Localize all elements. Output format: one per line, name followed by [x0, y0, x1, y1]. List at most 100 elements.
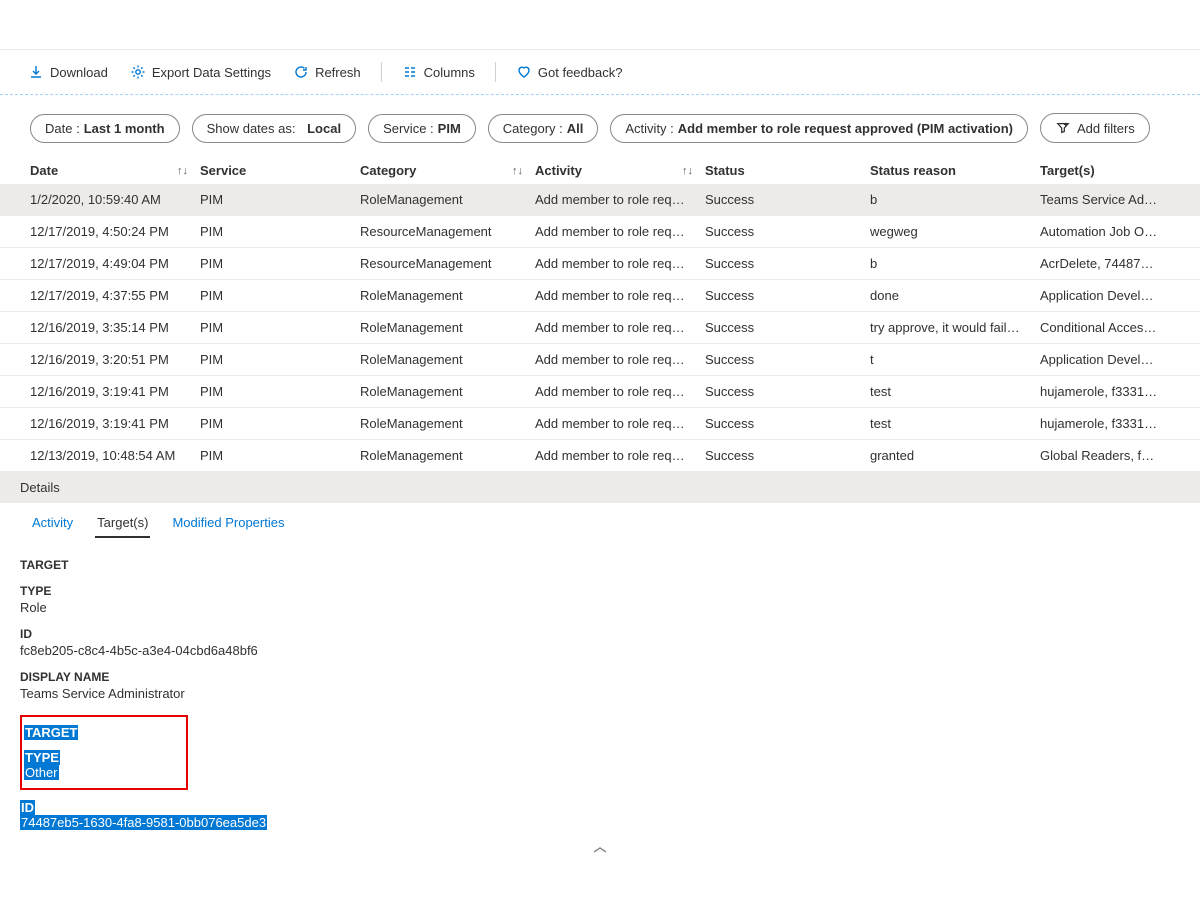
cell-status-reason: b	[870, 192, 1040, 207]
cell-category: RoleManagement	[360, 352, 535, 367]
refresh-button[interactable]: Refresh	[285, 60, 369, 84]
table-row[interactable]: 12/17/2019, 4:49:04 PMPIMResourceManagem…	[0, 248, 1200, 280]
cell-category: ResourceManagement	[360, 224, 535, 239]
cell-date: 1/2/2020, 10:59:40 AM	[30, 192, 200, 207]
table-row[interactable]: 12/16/2019, 3:19:41 PMPIMRoleManagementA…	[0, 376, 1200, 408]
cell-activity: Add member to role req…	[535, 320, 705, 335]
cell-service: PIM	[200, 320, 360, 335]
cell-activity: Add member to role req…	[535, 256, 705, 271]
details-tabs: Activity Target(s) Modified Properties	[0, 503, 1200, 538]
download-label: Download	[50, 65, 108, 80]
display-name-value: Teams Service Administrator	[20, 686, 1180, 701]
col-status-reason[interactable]: Status reason	[870, 163, 1040, 178]
columns-label: Columns	[424, 65, 475, 80]
cell-targets: hujamerole, f333134d-e…	[1040, 384, 1170, 399]
target2-type-label: TYPE	[24, 750, 60, 765]
refresh-label: Refresh	[315, 65, 361, 80]
target-heading: TARGET	[20, 558, 1180, 572]
filter-bar: Date : Last 1 month Show dates as: Local…	[0, 95, 1200, 157]
details-header: Details	[0, 472, 1200, 503]
sort-icon: ↑↓	[512, 165, 523, 177]
page-resize-handle[interactable]	[0, 844, 1200, 856]
cell-status-reason: wegweg	[870, 224, 1040, 239]
cell-targets: hujamerole, f333134d-e…	[1040, 416, 1170, 431]
download-button[interactable]: Download	[20, 60, 116, 84]
cell-service: PIM	[200, 448, 360, 463]
target2-heading: TARGET	[24, 725, 78, 740]
table-row[interactable]: 12/13/2019, 10:48:54 AMPIMRoleManagement…	[0, 440, 1200, 472]
toolbar: Download Export Data Settings Refresh Co…	[0, 50, 1200, 95]
cell-activity: Add member to role req…	[535, 288, 705, 303]
table-row[interactable]: 12/16/2019, 3:35:14 PMPIMRoleManagementA…	[0, 312, 1200, 344]
tab-modified-properties[interactable]: Modified Properties	[170, 509, 286, 538]
cell-service: PIM	[200, 256, 360, 271]
table-row[interactable]: 12/16/2019, 3:20:51 PMPIMRoleManagementA…	[0, 344, 1200, 376]
id-label: ID	[20, 627, 1180, 641]
cell-status: Success	[705, 288, 870, 303]
type-label: TYPE	[20, 584, 1180, 598]
filter-date[interactable]: Date : Last 1 month	[30, 114, 180, 143]
cell-targets: Automation Job Operat…	[1040, 224, 1170, 239]
filter-show-dates[interactable]: Show dates as: Local	[192, 114, 356, 143]
target2-type-value: Other	[24, 765, 59, 780]
cell-service: PIM	[200, 288, 360, 303]
type-value: Role	[20, 600, 1180, 615]
cell-service: PIM	[200, 416, 360, 431]
cell-date: 12/16/2019, 3:35:14 PM	[30, 320, 200, 335]
columns-icon	[402, 64, 418, 80]
cell-category: ResourceManagement	[360, 256, 535, 271]
cell-status: Success	[705, 384, 870, 399]
target2-id-value: 74487eb5-1630-4fa8-9581-0bb076ea5de3	[20, 815, 267, 830]
toolbar-separator	[495, 62, 496, 82]
cell-activity: Add member to role req…	[535, 384, 705, 399]
cell-category: RoleManagement	[360, 320, 535, 335]
cell-date: 12/16/2019, 3:19:41 PM	[30, 384, 200, 399]
cell-status: Success	[705, 416, 870, 431]
col-date[interactable]: Date↑↓	[30, 163, 200, 178]
target2-id-label: ID	[20, 800, 35, 815]
cell-status: Success	[705, 320, 870, 335]
highlighted-target-box: TARGET TYPE Other	[20, 715, 188, 790]
cell-date: 12/17/2019, 4:37:55 PM	[30, 288, 200, 303]
cell-activity: Add member to role req…	[535, 352, 705, 367]
col-targets[interactable]: Target(s)	[1040, 163, 1170, 178]
cell-status: Success	[705, 352, 870, 367]
cell-status-reason: test	[870, 384, 1040, 399]
tab-targets[interactable]: Target(s)	[95, 509, 150, 538]
cell-category: RoleManagement	[360, 416, 535, 431]
cell-status: Success	[705, 256, 870, 271]
export-label: Export Data Settings	[152, 65, 271, 80]
cell-category: RoleManagement	[360, 448, 535, 463]
table-row[interactable]: 12/16/2019, 3:19:41 PMPIMRoleManagementA…	[0, 408, 1200, 440]
cell-service: PIM	[200, 192, 360, 207]
cell-activity: Add member to role req…	[535, 416, 705, 431]
cell-status-reason: done	[870, 288, 1040, 303]
table-row[interactable]: 1/2/2020, 10:59:40 AMPIMRoleManagementAd…	[0, 184, 1200, 216]
filter-service[interactable]: Service : PIM	[368, 114, 476, 143]
col-service[interactable]: Service	[200, 163, 360, 178]
table-header: Date↑↓ Service Category↑↓ Activity↑↓ Sta…	[0, 157, 1200, 184]
cell-status: Success	[705, 192, 870, 207]
id-value: fc8eb205-c8c4-4b5c-a3e4-04cbd6a48bf6	[20, 643, 1180, 658]
cell-targets: Application Developer, 9…	[1040, 352, 1170, 367]
cell-date: 12/17/2019, 4:50:24 PM	[30, 224, 200, 239]
export-data-settings-button[interactable]: Export Data Settings	[122, 60, 279, 84]
table-row[interactable]: 12/17/2019, 4:50:24 PMPIMResourceManagem…	[0, 216, 1200, 248]
col-activity[interactable]: Activity↑↓	[535, 163, 705, 178]
cell-status-reason: b	[870, 256, 1040, 271]
gear-icon	[130, 64, 146, 80]
table-row[interactable]: 12/17/2019, 4:37:55 PMPIMRoleManagementA…	[0, 280, 1200, 312]
cell-targets: Application Developer, 9…	[1040, 288, 1170, 303]
col-status[interactable]: Status	[705, 163, 870, 178]
filter-activity[interactable]: Activity : Add member to role request ap…	[610, 114, 1028, 143]
col-category[interactable]: Category↑↓	[360, 163, 535, 178]
columns-button[interactable]: Columns	[394, 60, 483, 84]
add-filters-button[interactable]: Add filters	[1040, 113, 1150, 143]
cell-status-reason: try approve, it would fail…	[870, 320, 1040, 335]
feedback-button[interactable]: Got feedback?	[508, 60, 631, 84]
cell-targets: Global Readers, f39b575…	[1040, 448, 1170, 463]
cell-activity: Add member to role req…	[535, 224, 705, 239]
filter-category[interactable]: Category : All	[488, 114, 599, 143]
tab-activity[interactable]: Activity	[30, 509, 75, 538]
table-body: 1/2/2020, 10:59:40 AMPIMRoleManagementAd…	[0, 184, 1200, 472]
